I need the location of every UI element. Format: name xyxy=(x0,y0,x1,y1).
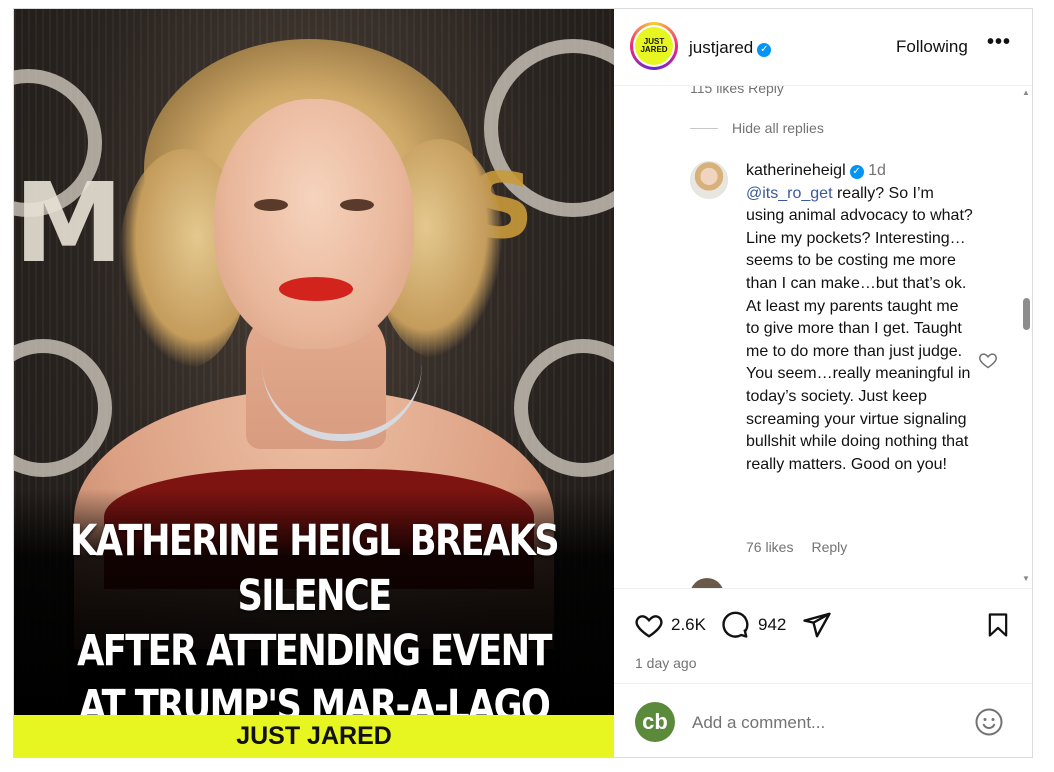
more-options-icon[interactable]: ••• xyxy=(987,31,1011,54)
comments-scrollbar[interactable]: ▲ ▼ xyxy=(1019,86,1032,588)
next-comment-avatar[interactable] xyxy=(690,578,724,588)
add-comment-bar: cb xyxy=(614,683,1032,758)
hide-replies-label: Hide all replies xyxy=(732,120,824,136)
likes-count[interactable]: 2.6K xyxy=(671,615,706,635)
share-icon[interactable] xyxy=(802,610,832,640)
post-image[interactable]: M S KATHERINE HEIGL BREAKS SILENCE AFTER… xyxy=(14,9,614,757)
save-bookmark-icon[interactable] xyxy=(984,610,1012,640)
reply-username[interactable]: katherineheigl xyxy=(746,162,846,179)
figure-lips xyxy=(279,277,353,301)
like-comment-icon[interactable] xyxy=(978,350,998,370)
comment-icon[interactable] xyxy=(720,610,750,640)
hide-replies-button[interactable]: Hide all replies xyxy=(690,120,940,136)
avatar-logo: JUST JARED xyxy=(635,27,673,65)
previous-comment-meta: 115 likes Reply xyxy=(690,86,784,96)
account-avatar[interactable]: JUST JARED xyxy=(630,22,678,70)
following-button[interactable]: Following xyxy=(896,37,968,57)
image-headline: KATHERINE HEIGL BREAKS SILENCE AFTER ATT… xyxy=(68,514,560,734)
reply-text: really? So I’m using animal advocacy to … xyxy=(746,184,973,473)
headline-line: AFTER ATTENDING EVENT xyxy=(77,626,552,676)
avatar-border: JUST JARED xyxy=(633,25,675,67)
figure-face xyxy=(214,99,414,349)
post-dialog: M S KATHERINE HEIGL BREAKS SILENCE AFTER… xyxy=(13,8,1033,758)
emoji-icon[interactable] xyxy=(974,707,1004,737)
post-header: JUST JARED justjared ✓ Following ••• xyxy=(614,9,1032,86)
backdrop-letter: M xyxy=(14,159,124,287)
reply-comment: katherineheigl ✓ 1d @its_ro_get really? S… xyxy=(746,160,976,476)
reply-avatar[interactable] xyxy=(690,161,728,199)
comment-input[interactable] xyxy=(690,710,964,736)
reply-time: 1d xyxy=(868,162,886,179)
post-sidebar: JUST JARED justjared ✓ Following ••• 115 … xyxy=(614,9,1032,757)
figure-eye xyxy=(254,199,288,211)
verified-badge-icon: ✓ xyxy=(849,165,864,179)
mention-link[interactable]: @its_ro_get xyxy=(746,185,833,202)
account-username: justjared xyxy=(689,38,754,57)
current-user-avatar[interactable]: cb xyxy=(635,702,675,742)
comments-list[interactable]: 115 likes Reply Hide all replies katheri… xyxy=(614,86,1032,588)
scroll-down-icon[interactable]: ▼ xyxy=(1022,574,1030,583)
reply-button[interactable]: Reply xyxy=(811,539,847,555)
reply-likes[interactable]: 76 likes xyxy=(746,539,793,555)
comments-count[interactable]: 942 xyxy=(758,615,786,635)
brand-bar: JUST JARED xyxy=(14,715,614,757)
account-username-link[interactable]: justjared ✓ xyxy=(689,38,772,58)
like-icon[interactable] xyxy=(634,610,664,640)
headline-line: KATHERINE HEIGL BREAKS SILENCE xyxy=(69,516,560,621)
replies-rule xyxy=(690,128,718,129)
post-actions: 2.6K 942 1 day ago xyxy=(614,588,1032,684)
scroll-thumb[interactable] xyxy=(1023,298,1030,330)
verified-badge-icon: ✓ xyxy=(757,43,772,57)
post-timestamp[interactable]: 1 day ago xyxy=(635,655,697,671)
reply-meta: 76 likes Reply xyxy=(746,539,865,555)
scroll-up-icon[interactable]: ▲ xyxy=(1022,88,1030,97)
figure-eye xyxy=(340,199,374,211)
